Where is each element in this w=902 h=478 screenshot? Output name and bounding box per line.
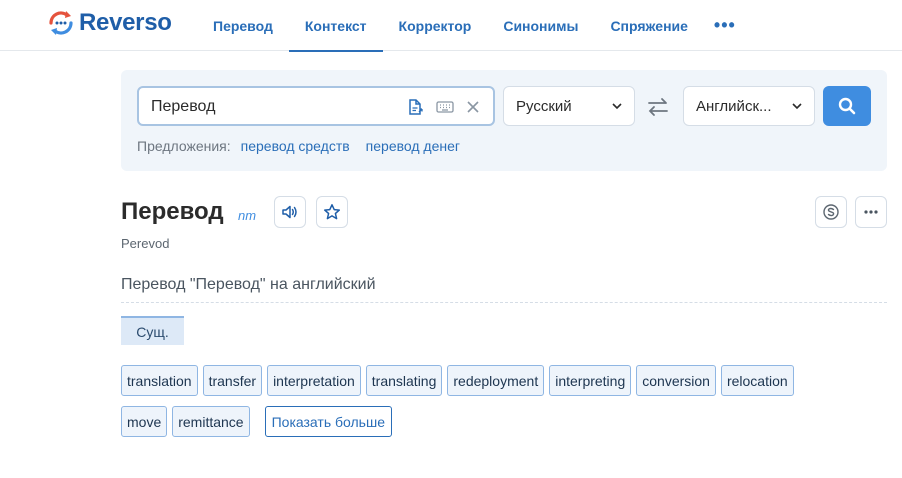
- search-input[interactable]: [151, 96, 391, 118]
- part-of-speech-tag[interactable]: Сущ.: [121, 316, 184, 345]
- top-navigation-bar: Reverso Перевод Контекст Корректор Синон…: [0, 0, 902, 52]
- clear-icon[interactable]: [463, 97, 483, 117]
- translation-chip[interactable]: remittance: [172, 406, 250, 437]
- more-options-button[interactable]: [855, 196, 887, 228]
- suggestions: Предложения: перевод средств перевод ден…: [137, 138, 476, 154]
- nav-more-icon[interactable]: •••: [704, 0, 746, 51]
- translation-section-title: Перевод "Перевод" на английский: [121, 276, 376, 293]
- translation-chip[interactable]: redeployment: [447, 365, 545, 396]
- nav-translation[interactable]: Перевод: [197, 0, 289, 51]
- chevron-down-icon: [612, 103, 622, 110]
- more-horizontal-icon: [864, 210, 878, 214]
- entry-word: Перевод: [121, 198, 224, 225]
- translation-chip[interactable]: transfer: [202, 365, 263, 396]
- divider: [121, 302, 887, 303]
- search-button[interactable]: [823, 86, 871, 126]
- reverso-logo[interactable]: Reverso: [47, 9, 172, 37]
- translation-chip[interactable]: translation: [121, 365, 198, 396]
- suggestion-link[interactable]: перевод средств: [241, 138, 350, 154]
- skype-icon: [823, 204, 839, 220]
- skype-share-button[interactable]: [815, 196, 847, 228]
- translation-list: translation transfer interpretation tran…: [121, 365, 841, 437]
- speaker-icon: [282, 205, 297, 219]
- translation-chip[interactable]: move: [121, 406, 168, 437]
- target-language-select[interactable]: Английск...: [683, 86, 815, 126]
- nav-context[interactable]: Контекст: [288, 0, 383, 52]
- main-nav: Перевод Контекст Корректор Синонимы Спря…: [197, 0, 746, 52]
- favorite-button[interactable]: [316, 196, 348, 228]
- source-language-label: Русский: [516, 97, 572, 115]
- logo-text: Reverso: [79, 9, 172, 36]
- document-upload-icon[interactable]: [405, 97, 425, 117]
- source-language-select[interactable]: Русский: [503, 86, 635, 126]
- search-icon: [838, 97, 856, 115]
- translation-chip[interactable]: translating: [365, 365, 443, 396]
- reverso-logo-icon: [49, 11, 73, 35]
- target-language-label: Английск...: [696, 97, 772, 115]
- search-box: [137, 86, 495, 126]
- suggestions-label: Предложения:: [137, 138, 231, 154]
- search-panel: Русский Английск... Предложения: перевод…: [121, 70, 887, 171]
- translation-chip[interactable]: interpretation: [267, 365, 361, 396]
- suggestion-link[interactable]: перевод денег: [366, 138, 460, 154]
- transliteration: Perevod: [121, 236, 170, 251]
- keyboard-icon[interactable]: [435, 97, 455, 117]
- nav-conjugation[interactable]: Спряжение: [594, 0, 703, 51]
- swap-languages-icon[interactable]: [645, 94, 671, 120]
- chevron-down-icon: [792, 103, 802, 110]
- star-icon: [323, 204, 341, 220]
- entry-part-of-speech: nm: [238, 208, 257, 223]
- show-more-button[interactable]: Показать больше: [264, 406, 392, 437]
- translation-chip[interactable]: interpreting: [549, 365, 632, 396]
- translation-chip[interactable]: conversion: [636, 365, 716, 396]
- nav-synonyms[interactable]: Синонимы: [487, 0, 594, 51]
- nav-grammar-checker[interactable]: Корректор: [383, 0, 488, 51]
- translation-chip[interactable]: relocation: [720, 365, 794, 396]
- pronounce-button[interactable]: [274, 196, 306, 228]
